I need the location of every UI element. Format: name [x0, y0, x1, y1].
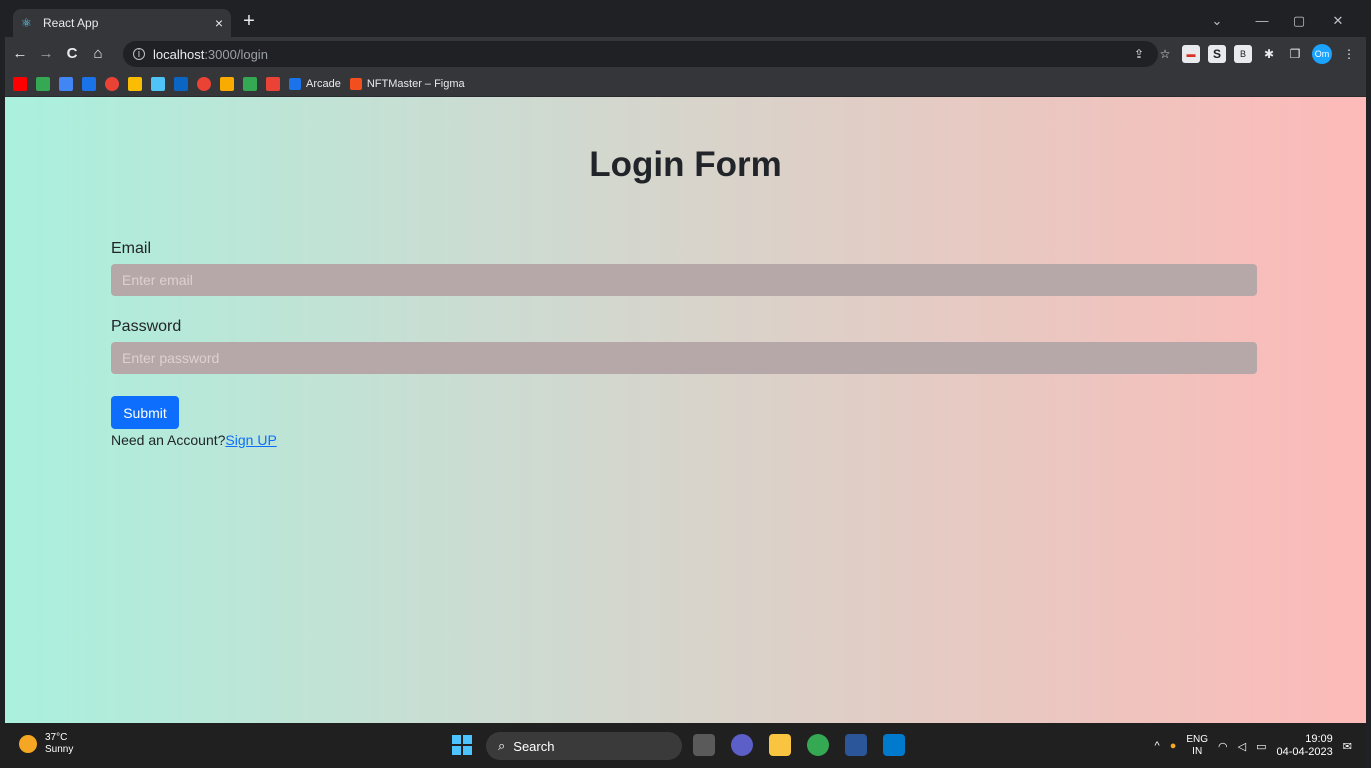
toolbar-icons: ⇪ ☆ ▬ S B ✱ ❐ Om ⋮	[1130, 43, 1358, 65]
sun-icon	[19, 735, 37, 753]
browser-toolbar: ← → C ⌂ i localhost :3000/login ⇪ ☆ ▬ S …	[5, 37, 1366, 71]
wifi-icon[interactable]: ◠	[1218, 740, 1228, 753]
clock-date: 04-04-2023	[1276, 746, 1333, 758]
arcade-icon	[289, 77, 301, 90]
slides-icon[interactable]	[220, 76, 234, 91]
weather-text: 37°C Sunny	[45, 732, 73, 756]
page-content: Login Form Email Password Submit Need an…	[5, 97, 1366, 728]
page-title: Login Form	[589, 145, 782, 184]
volume-icon[interactable]: ◁	[1238, 740, 1246, 753]
language-code: ENG	[1186, 734, 1209, 745]
extension-s-icon[interactable]: S	[1208, 45, 1226, 63]
extensions-puzzle-icon[interactable]: ✱	[1260, 45, 1278, 63]
info-icon[interactable]: i	[133, 48, 145, 60]
back-button[interactable]: ←	[9, 43, 31, 65]
close-window-button[interactable]: ✕	[1316, 9, 1360, 33]
clock[interactable]: 19:09 04-04-2023	[1277, 733, 1333, 759]
windows-start-icon[interactable]	[452, 735, 472, 755]
region-code: IN	[1192, 746, 1203, 757]
taskbar-search-label: Search	[513, 738, 555, 754]
notification-icon[interactable]: ✉	[1343, 740, 1352, 753]
system-tray: ^ ● ENG IN ◠ ◁ ▭ 19:09 04-04-2023 ✉	[1155, 729, 1366, 763]
vscode-icon[interactable]	[883, 734, 905, 756]
weather-condition: Sunny	[45, 744, 74, 755]
email-label: Email	[111, 240, 152, 257]
bookmark-figma-label: NFTMaster – Figma	[366, 77, 465, 90]
cloud-icon[interactable]	[151, 76, 165, 91]
teams-chat-icon[interactable]	[731, 734, 753, 756]
need-account-label: Need an Account?	[111, 432, 226, 448]
taskbar-search[interactable]: ⌕ Search	[486, 732, 682, 760]
need-account-text: Need an Account?Sign UP	[111, 432, 277, 448]
language-indicator[interactable]: ENG IN	[1186, 734, 1208, 758]
extension-b-icon[interactable]: B	[1234, 45, 1252, 63]
clock-time: 19:09	[1305, 733, 1333, 745]
weather-widget[interactable]: 37°C Sunny	[19, 732, 73, 756]
address-bar[interactable]: i localhost :3000/login	[123, 41, 1158, 67]
windows-taskbar: 37°C Sunny ⌕ Search ^ ● ENG IN ◠ ◁ ▭ 19:…	[0, 723, 1366, 768]
weather-temp: 37°C	[45, 732, 68, 743]
google-icon-2[interactable]	[197, 76, 211, 91]
submit-button[interactable]: Submit	[111, 396, 179, 429]
tab-search-icon[interactable]: ⌄	[1195, 9, 1239, 33]
google-icon[interactable]	[105, 76, 119, 91]
password-input[interactable]	[111, 342, 1257, 374]
task-view-icon[interactable]	[693, 734, 715, 756]
translate-icon[interactable]	[59, 76, 73, 91]
tab-strip: ⚛ React App × + ⌄ — ▢ ✕	[5, 5, 1366, 37]
bookmark-arcade[interactable]: Arcade	[289, 77, 341, 90]
search-icon: ⌕	[498, 738, 506, 753]
classroom-icon[interactable]	[82, 76, 96, 91]
maximize-button[interactable]: ▢	[1277, 9, 1321, 33]
side-panel-icon[interactable]: ❐	[1286, 45, 1304, 63]
tab-close-icon[interactable]: ×	[215, 15, 223, 31]
forward-button[interactable]: →	[35, 43, 57, 65]
meet-icon[interactable]	[243, 76, 257, 91]
bookmark-figma[interactable]: NFTMaster – Figma	[349, 77, 465, 90]
url-host: localhost	[153, 46, 205, 62]
figma-icon	[349, 77, 362, 90]
maps-icon[interactable]	[36, 76, 50, 91]
new-tab-button[interactable]: +	[238, 11, 260, 33]
youtube-icon[interactable]	[13, 76, 27, 91]
react-icon: ⚛	[21, 16, 32, 30]
home-button[interactable]: ⌂	[87, 43, 109, 65]
signup-link[interactable]: Sign UP	[225, 432, 276, 448]
email-input[interactable]	[111, 264, 1257, 296]
extension-notes-icon[interactable]: ▬	[1182, 45, 1200, 63]
menu-icon[interactable]: ⋮	[1340, 45, 1358, 63]
gmail-icon[interactable]	[266, 76, 280, 91]
battery-icon[interactable]: ▭	[1256, 740, 1266, 753]
password-label: Password	[111, 318, 182, 335]
linkedin-icon[interactable]	[174, 76, 188, 91]
bookmark-arcade-label: Arcade	[306, 77, 341, 90]
word-icon[interactable]	[845, 734, 867, 756]
bookmarks-bar: Arcade NFTMaster – Figma	[5, 71, 1366, 97]
share-icon[interactable]: ⇪	[1130, 45, 1148, 63]
file-explorer-icon[interactable]	[769, 734, 791, 756]
tab-title: React App	[43, 16, 99, 30]
drive-icon[interactable]	[128, 76, 142, 91]
tray-app-icon[interactable]: ●	[1170, 740, 1177, 752]
url-path: :3000/login	[204, 46, 268, 62]
profile-avatar[interactable]: Om	[1312, 44, 1332, 64]
tab-react-app[interactable]: ⚛ React App ×	[13, 9, 231, 37]
browser-window: ⚛ React App × + ⌄ — ▢ ✕ ← → C ⌂ i localh…	[5, 5, 1366, 768]
tray-overflow-icon[interactable]: ^	[1155, 740, 1160, 752]
chrome-icon[interactable]	[807, 734, 829, 756]
reload-button[interactable]: C	[61, 43, 83, 65]
bookmark-star-icon[interactable]: ☆	[1156, 45, 1174, 63]
